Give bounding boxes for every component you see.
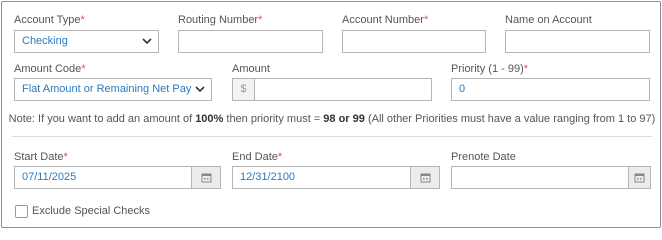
direct-deposit-panel: Account Type* Checking Routing Number* A… [1, 1, 661, 228]
exclude-special-checks-label: Exclude Special Checks [32, 205, 151, 217]
name-on-account-label: Name on Account [505, 14, 592, 26]
prenote-date-label: Prenote Date [451, 151, 516, 163]
section-divider [12, 136, 652, 137]
start-date-input[interactable]: 07/11/2025 [14, 166, 192, 189]
chevron-down-icon [142, 38, 152, 45]
amount-code-label: Amount Code* [14, 63, 86, 75]
priority-note: Note: If you want to add an amount of 10… [8, 113, 656, 125]
start-date-label: Start Date* [14, 151, 68, 163]
end-date-calendar-button[interactable] [410, 166, 440, 189]
calendar-icon [634, 173, 645, 183]
amount-code-select[interactable]: Flat Amount or Remaining Net Pay [14, 78, 212, 101]
routing-number-label: Routing Number* [178, 14, 263, 26]
account-number-label: Account Number* [342, 14, 429, 26]
amount-input[interactable] [254, 78, 432, 101]
amount-label: Amount [232, 63, 270, 75]
priority-label: Priority (1 - 99)* [451, 63, 529, 75]
prenote-date-input[interactable] [451, 166, 629, 189]
calendar-icon [420, 173, 430, 183]
calendar-icon [201, 173, 211, 183]
name-on-account-input[interactable] [505, 30, 650, 53]
exclude-special-checks-checkbox[interactable] [15, 205, 28, 218]
chevron-down-icon [195, 86, 205, 93]
account-type-value: Checking [22, 35, 68, 47]
amount-code-value: Flat Amount or Remaining Net Pay [22, 83, 192, 95]
prenote-date-calendar-button[interactable] [628, 166, 651, 189]
end-date-input[interactable]: 12/31/2100 [232, 166, 411, 189]
priority-input[interactable]: 0 [451, 78, 650, 101]
account-type-select[interactable]: Checking [14, 30, 159, 53]
currency-prefix: $ [232, 78, 254, 101]
account-type-label: Account Type* [14, 14, 85, 26]
account-number-input[interactable] [342, 30, 486, 53]
start-date-calendar-button[interactable] [191, 166, 221, 189]
routing-number-input[interactable] [178, 30, 323, 53]
end-date-label: End Date* [232, 151, 283, 163]
